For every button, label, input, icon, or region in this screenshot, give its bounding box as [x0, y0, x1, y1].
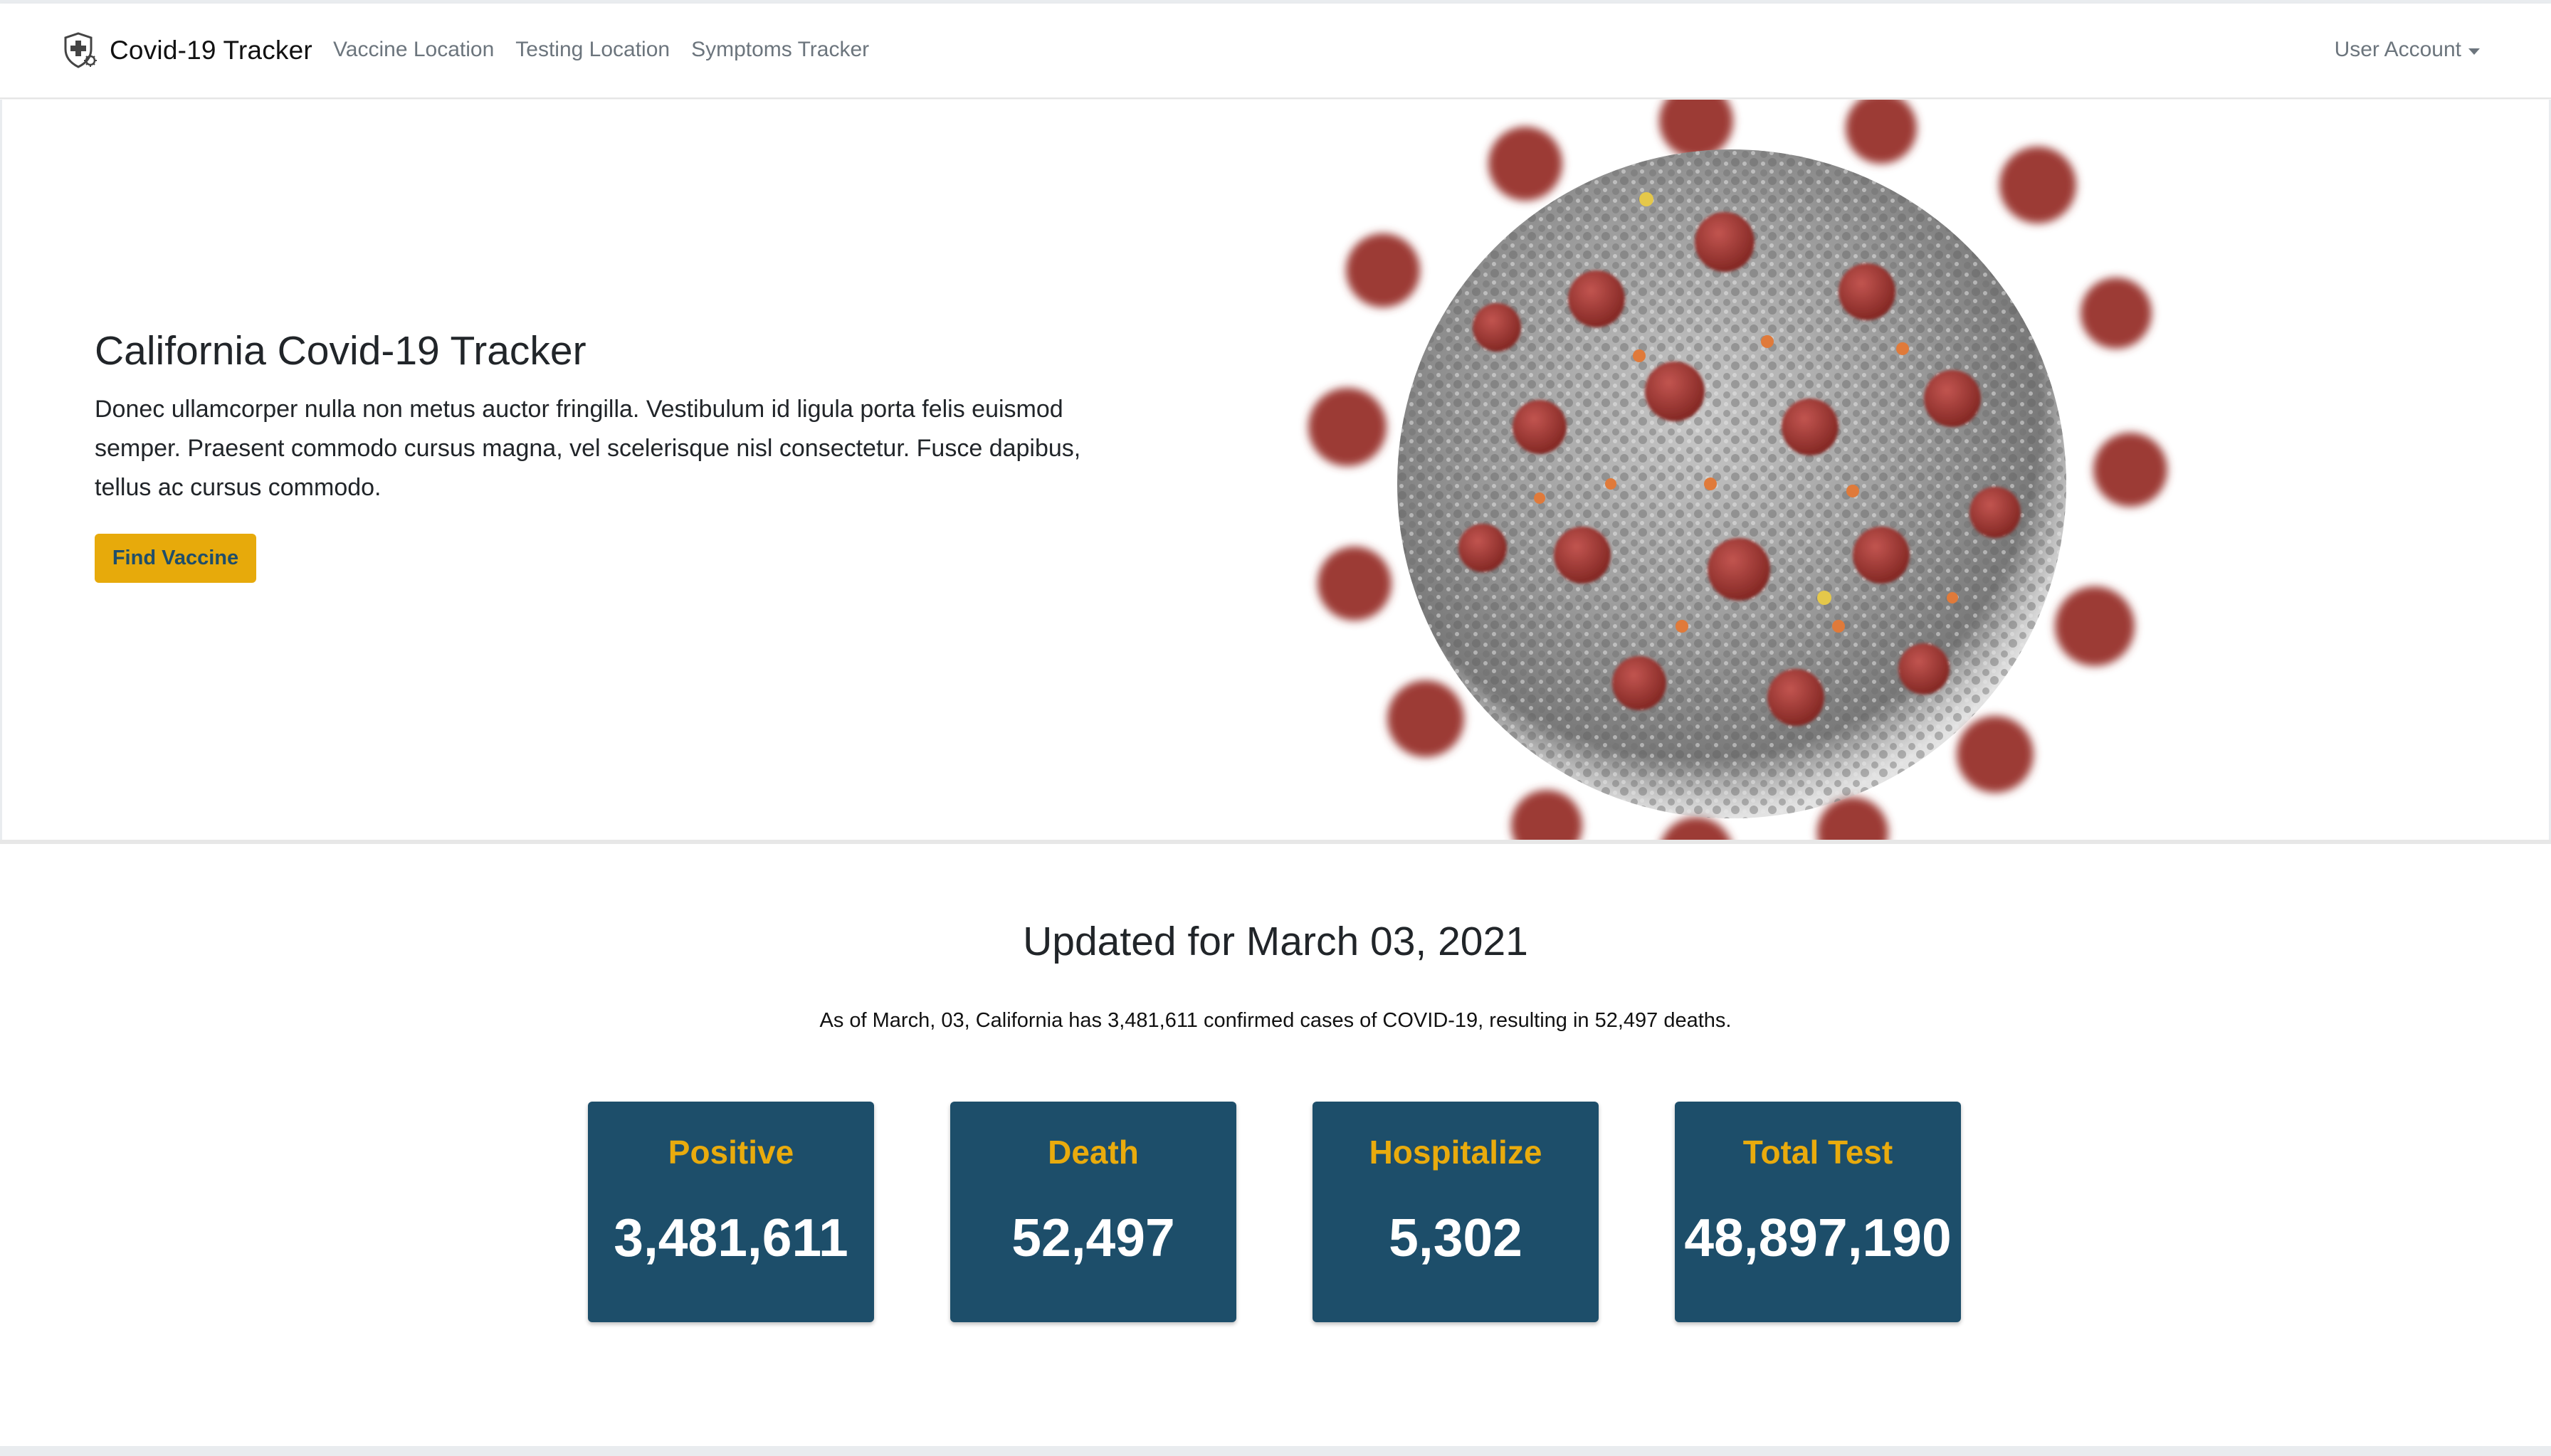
summary-text: As of March, 03, California has 3,481,61… [819, 1009, 1732, 1032]
stat-card-value: 3,481,611 [614, 1208, 848, 1267]
nav-link-symptoms-tracker[interactable]: Symptoms Tracker [691, 38, 869, 62]
stat-card-label: Positive [668, 1134, 794, 1171]
brand-name: Covid-19 Tracker [110, 36, 312, 65]
nav-links: Vaccine Location Testing Location Sympto… [333, 38, 869, 62]
navbar: Covid-19 Tracker Vaccine Location Testin… [0, 4, 2551, 99]
stat-card-label: Death [1048, 1134, 1139, 1171]
stat-card-positive: Positive 3,481,611 [588, 1102, 874, 1322]
updated-title: Updated for March 03, 2021 [1023, 919, 1528, 964]
hero-title: California Covid-19 Tracker [95, 328, 587, 374]
stat-card-total-test: Total Test 48,897,190 [1675, 1102, 1961, 1322]
stat-card-value: 48,897,190 [1684, 1208, 1952, 1267]
stat-card-value: 52,497 [1011, 1208, 1175, 1267]
shield-virus-icon [64, 32, 97, 68]
nav-link-testing-location[interactable]: Testing Location [515, 38, 670, 62]
nav-link-vaccine-location[interactable]: Vaccine Location [333, 38, 494, 62]
caret-down-icon [2468, 48, 2480, 55]
hero-divider [0, 840, 2551, 844]
user-account-dropdown[interactable]: User Account [2335, 38, 2480, 62]
user-account-label: User Account [2334, 38, 2461, 61]
stat-card-death: Death 52,497 [950, 1102, 1236, 1322]
stat-card-label: Total Test [1742, 1134, 1893, 1171]
stat-card-value: 5,302 [1389, 1208, 1522, 1267]
coronavirus-image [1308, 100, 2167, 840]
window-bottom-strip [0, 1446, 2551, 1456]
brand-link[interactable]: Covid-19 Tracker [61, 31, 312, 70]
stat-card-label: Hospitalize [1369, 1134, 1542, 1171]
hero-section: California Covid-19 Tracker Donec ullamc… [0, 100, 2551, 840]
find-vaccine-button[interactable]: Find Vaccine [95, 534, 256, 583]
hero-description: Donec ullamcorper nulla non metus auctor… [95, 396, 1081, 501]
stat-card-hospitalize: Hospitalize 5,302 [1313, 1102, 1599, 1322]
